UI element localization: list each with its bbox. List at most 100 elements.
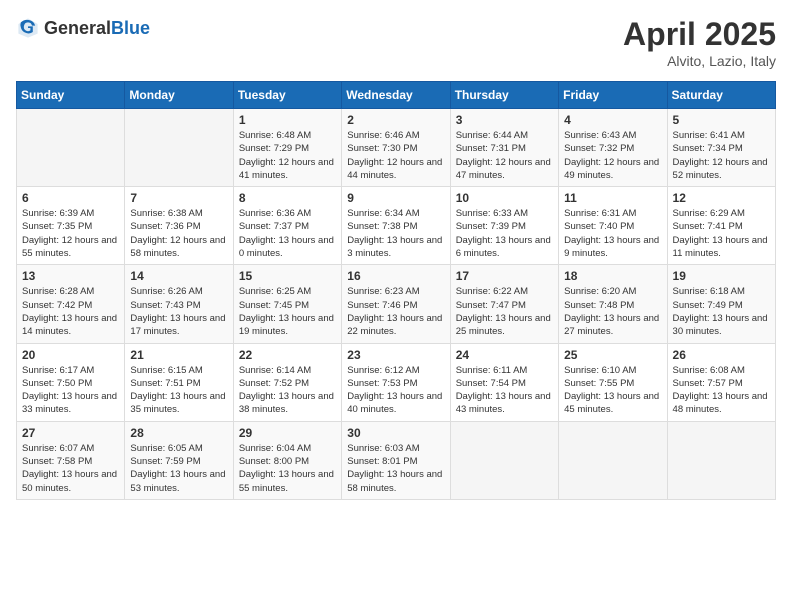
calendar-location: Alvito, Lazio, Italy [623,53,776,69]
day-number: 29 [239,426,336,440]
calendar-day-cell [125,109,233,187]
day-number: 17 [456,269,553,283]
calendar-day-cell: 8 Sunrise: 6:36 AMSunset: 7:37 PMDaylight… [233,187,341,265]
day-number: 1 [239,113,336,127]
day-detail: Sunrise: 6:23 AMSunset: 7:46 PMDaylight:… [347,285,444,338]
calendar-day-cell: 19 Sunrise: 6:18 AMSunset: 7:49 PMDayligh… [667,265,775,343]
day-detail: Sunrise: 6:12 AMSunset: 7:53 PMDaylight:… [347,364,444,417]
calendar-day-cell: 27 Sunrise: 6:07 AMSunset: 7:58 PMDayligh… [17,421,125,499]
day-number: 21 [130,348,227,362]
page-header: GeneralBlue April 2025 Alvito, Lazio, It… [16,16,776,69]
day-detail: Sunrise: 6:31 AMSunset: 7:40 PMDaylight:… [564,207,661,260]
calendar-week-row: 13 Sunrise: 6:28 AMSunset: 7:42 PMDayligh… [17,265,776,343]
day-number: 30 [347,426,444,440]
day-detail: Sunrise: 6:43 AMSunset: 7:32 PMDaylight:… [564,129,661,182]
calendar-day-cell: 30 Sunrise: 6:03 AMSunset: 8:01 PMDayligh… [342,421,450,499]
calendar-day-cell [450,421,558,499]
day-number: 13 [22,269,119,283]
calendar-day-cell: 11 Sunrise: 6:31 AMSunset: 7:40 PMDayligh… [559,187,667,265]
day-number: 14 [130,269,227,283]
day-detail: Sunrise: 6:34 AMSunset: 7:38 PMDaylight:… [347,207,444,260]
day-of-week-header: Friday [559,82,667,109]
day-detail: Sunrise: 6:41 AMSunset: 7:34 PMDaylight:… [673,129,770,182]
day-detail: Sunrise: 6:14 AMSunset: 7:52 PMDaylight:… [239,364,336,417]
day-detail: Sunrise: 6:03 AMSunset: 8:01 PMDaylight:… [347,442,444,495]
day-detail: Sunrise: 6:44 AMSunset: 7:31 PMDaylight:… [456,129,553,182]
calendar-day-cell: 24 Sunrise: 6:11 AMSunset: 7:54 PMDayligh… [450,343,558,421]
calendar-header-row: SundayMondayTuesdayWednesdayThursdayFrid… [17,82,776,109]
day-detail: Sunrise: 6:25 AMSunset: 7:45 PMDaylight:… [239,285,336,338]
day-number: 8 [239,191,336,205]
day-detail: Sunrise: 6:33 AMSunset: 7:39 PMDaylight:… [456,207,553,260]
day-number: 11 [564,191,661,205]
calendar-day-cell: 6 Sunrise: 6:39 AMSunset: 7:35 PMDaylight… [17,187,125,265]
day-number: 12 [673,191,770,205]
calendar-title: April 2025 [623,16,776,53]
logo-text: GeneralBlue [44,18,150,39]
calendar-day-cell: 9 Sunrise: 6:34 AMSunset: 7:38 PMDaylight… [342,187,450,265]
logo: GeneralBlue [16,16,150,40]
calendar-day-cell: 1 Sunrise: 6:48 AMSunset: 7:29 PMDaylight… [233,109,341,187]
day-detail: Sunrise: 6:20 AMSunset: 7:48 PMDaylight:… [564,285,661,338]
day-detail: Sunrise: 6:36 AMSunset: 7:37 PMDaylight:… [239,207,336,260]
day-detail: Sunrise: 6:39 AMSunset: 7:35 PMDaylight:… [22,207,119,260]
day-detail: Sunrise: 6:10 AMSunset: 7:55 PMDaylight:… [564,364,661,417]
day-detail: Sunrise: 6:11 AMSunset: 7:54 PMDaylight:… [456,364,553,417]
calendar-day-cell: 2Sunrise: 6:46 AMSunset: 7:30 PMDaylight… [342,109,450,187]
calendar-day-cell: 12 Sunrise: 6:29 AMSunset: 7:41 PMDayligh… [667,187,775,265]
day-number: 28 [130,426,227,440]
calendar-day-cell: 28 Sunrise: 6:05 AMSunset: 7:59 PMDayligh… [125,421,233,499]
day-number: 15 [239,269,336,283]
calendar-day-cell: 23 Sunrise: 6:12 AMSunset: 7:53 PMDayligh… [342,343,450,421]
day-detail: Sunrise: 6:26 AMSunset: 7:43 PMDaylight:… [130,285,227,338]
calendar-day-cell: 22 Sunrise: 6:14 AMSunset: 7:52 PMDayligh… [233,343,341,421]
day-number: 25 [564,348,661,362]
day-detail: Sunrise: 6:48 AMSunset: 7:29 PMDaylight:… [239,129,336,182]
day-detail: Sunrise: 6:05 AMSunset: 7:59 PMDaylight:… [130,442,227,495]
day-number: 3 [456,113,553,127]
logo-general: General [44,18,111,38]
title-block: April 2025 Alvito, Lazio, Italy [623,16,776,69]
calendar-day-cell: 17Sunrise: 6:22 AMSunset: 7:47 PMDayligh… [450,265,558,343]
day-number: 7 [130,191,227,205]
day-number: 4 [564,113,661,127]
calendar-day-cell [559,421,667,499]
day-number: 22 [239,348,336,362]
day-of-week-header: Thursday [450,82,558,109]
calendar-day-cell: 26Sunrise: 6:08 AMSunset: 7:57 PMDayligh… [667,343,775,421]
calendar-day-cell: 20 Sunrise: 6:17 AMSunset: 7:50 PMDayligh… [17,343,125,421]
calendar-day-cell: 5 Sunrise: 6:41 AMSunset: 7:34 PMDaylight… [667,109,775,187]
day-number: 23 [347,348,444,362]
day-number: 16 [347,269,444,283]
calendar-day-cell: 13 Sunrise: 6:28 AMSunset: 7:42 PMDayligh… [17,265,125,343]
day-number: 6 [22,191,119,205]
calendar-day-cell: 14 Sunrise: 6:26 AMSunset: 7:43 PMDayligh… [125,265,233,343]
calendar-week-row: 1 Sunrise: 6:48 AMSunset: 7:29 PMDaylight… [17,109,776,187]
day-number: 27 [22,426,119,440]
day-detail: Sunrise: 6:29 AMSunset: 7:41 PMDaylight:… [673,207,770,260]
day-number: 19 [673,269,770,283]
day-detail: Sunrise: 6:17 AMSunset: 7:50 PMDaylight:… [22,364,119,417]
day-number: 5 [673,113,770,127]
calendar-day-cell: 15 Sunrise: 6:25 AMSunset: 7:45 PMDayligh… [233,265,341,343]
day-of-week-header: Monday [125,82,233,109]
calendar-day-cell: 4 Sunrise: 6:43 AMSunset: 7:32 PMDaylight… [559,109,667,187]
day-detail: Sunrise: 6:18 AMSunset: 7:49 PMDaylight:… [673,285,770,338]
calendar-day-cell: 10Sunrise: 6:33 AMSunset: 7:39 PMDayligh… [450,187,558,265]
calendar-day-cell: 29 Sunrise: 6:04 AMSunset: 8:00 PMDayligh… [233,421,341,499]
generalblue-logo-icon [16,16,40,40]
day-number: 24 [456,348,553,362]
day-number: 9 [347,191,444,205]
day-of-week-header: Tuesday [233,82,341,109]
calendar-day-cell [17,109,125,187]
calendar-day-cell: 3 Sunrise: 6:44 AMSunset: 7:31 PMDaylight… [450,109,558,187]
day-detail: Sunrise: 6:38 AMSunset: 7:36 PMDaylight:… [130,207,227,260]
day-detail: Sunrise: 6:07 AMSunset: 7:58 PMDaylight:… [22,442,119,495]
calendar-day-cell [667,421,775,499]
calendar-day-cell: 21Sunrise: 6:15 AMSunset: 7:51 PMDayligh… [125,343,233,421]
day-detail: Sunrise: 6:04 AMSunset: 8:00 PMDaylight:… [239,442,336,495]
day-of-week-header: Saturday [667,82,775,109]
day-detail: Sunrise: 6:28 AMSunset: 7:42 PMDaylight:… [22,285,119,338]
calendar-day-cell: 25 Sunrise: 6:10 AMSunset: 7:55 PMDayligh… [559,343,667,421]
day-number: 20 [22,348,119,362]
